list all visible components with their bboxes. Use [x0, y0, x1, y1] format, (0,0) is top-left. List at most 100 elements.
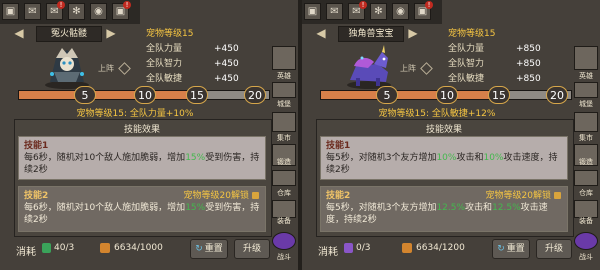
pet-name: 冤火骷髅 — [36, 26, 102, 42]
unlock-text: 宠物等级20解锁 — [183, 191, 249, 201]
milestone-10: 10 — [436, 86, 458, 104]
settings-icon[interactable]: ✻ — [68, 3, 85, 20]
next-pet-arrow-icon[interactable]: ▶ — [406, 26, 420, 40]
stat-value: +850 — [516, 59, 541, 69]
stat-value: +450 — [214, 59, 239, 69]
skill-desc-pre: 每5秒，对随机3个友方增加 — [326, 153, 437, 163]
stat-label: 全队力量 — [146, 44, 183, 54]
stat-label: 全队智力 — [448, 59, 485, 69]
side-menu-label: 城堡 — [579, 100, 593, 108]
upgrade-cost: 6634/1000 — [114, 243, 163, 253]
stat-label: 全队智力 — [146, 59, 183, 69]
skill-unlock-note: 宠物等级20解锁 — [184, 190, 259, 202]
deploy-toggle-icon[interactable] — [420, 62, 433, 75]
market-menu-icon[interactable] — [574, 112, 598, 132]
stat-value: +450 — [214, 44, 239, 54]
next-pet-arrow-icon[interactable]: ▶ — [104, 26, 118, 40]
skill-desc-mid: 攻击和 — [456, 153, 484, 163]
skill-title: 技能1 — [326, 141, 351, 151]
skill-value: 15% — [185, 153, 206, 163]
milestone-15: 15 — [488, 86, 510, 104]
side-menu-label: 锻造 — [579, 158, 593, 166]
paw-icon — [402, 243, 412, 253]
pet-level-label: 宠物等级15 — [146, 29, 194, 39]
prev-pet-arrow-icon[interactable]: ◀ — [314, 26, 328, 40]
chest-icon[interactable]: ▣ — [304, 3, 321, 20]
skill-value: 12.5% — [436, 203, 466, 213]
skill-value: 10% — [483, 153, 504, 163]
milestone-20: 20 — [244, 86, 266, 104]
deploy-status: 上阵 — [98, 62, 131, 75]
side-menu-label: 装备 — [579, 217, 593, 225]
event-alert-icon[interactable]: ▣ — [414, 1, 433, 20]
castle-menu-icon[interactable] — [574, 82, 598, 98]
chest-icon[interactable]: ▣ — [2, 3, 19, 20]
level-bonus-text: 宠物等级15: 全队敏捷+12% — [378, 109, 496, 119]
stat-label: 全队敏捷 — [448, 74, 485, 84]
milestone-5: 5 — [74, 86, 96, 104]
event-alert-icon[interactable]: ▣ — [112, 1, 131, 20]
prev-pet-arrow-icon[interactable]: ◀ — [12, 26, 26, 40]
side-menu-label: 装备 — [277, 217, 291, 225]
pet-name: 独角兽宝宝 — [338, 26, 404, 42]
skill-1-card: 技能1 每6秒，随机对10个敌人施加脆弱，增加15%受到伤害，持续2秒 — [18, 136, 266, 180]
pet-panel-right: ▣ ✉ ✉ ✻ ◉ ▣ ◀ 独角兽宝宝 ▶ 宠物等级15 全队力量 +850 全… — [302, 0, 600, 270]
unlock-text: 宠物等级20解锁 — [485, 191, 551, 201]
progress-fill — [321, 91, 496, 99]
green-gem-icon — [42, 243, 51, 253]
battle-menu-icon[interactable] — [272, 232, 296, 250]
hero-menu-icon[interactable] — [574, 46, 598, 70]
refresh-icon: ↻ — [497, 244, 505, 254]
side-menu-label: 锻造 — [277, 158, 291, 166]
side-menu-label: 仓库 — [579, 189, 593, 197]
mail-icon[interactable]: ✉ — [24, 3, 41, 20]
skills-title: 技能效果 — [123, 125, 160, 135]
consume-label: 消耗 — [16, 247, 36, 258]
warehouse-menu-icon[interactable] — [574, 170, 598, 186]
deploy-status-label: 上阵 — [400, 64, 416, 73]
reset-button[interactable]: ↻ 重置 — [190, 239, 228, 259]
pet-panel-left: ▣ ✉ ✉ ✻ ◉ ▣ ◀ 冤火骷髅 ▶ 宠物等级15 全队力量 +450 全队… — [0, 0, 298, 270]
reset-label: 重置 — [204, 244, 223, 254]
pet-level-label: 宠物等级15 — [448, 29, 496, 39]
mail-icon[interactable]: ✉ — [326, 3, 343, 20]
stat-label: 全队敏捷 — [146, 74, 183, 84]
side-menu-label: 城堡 — [277, 100, 291, 108]
mail-alert-icon[interactable]: ✉ — [46, 1, 65, 20]
consume-label: 消耗 — [318, 247, 338, 258]
skill-2-card: 技能2 宠物等级20解锁 每6秒，随机对10个敌人施加脆弱，增加15%受到伤害，… — [18, 186, 266, 232]
pet-portrait-skeleton — [45, 48, 89, 89]
castle-menu-icon[interactable] — [272, 82, 296, 98]
upgrade-button[interactable]: 升级 — [536, 239, 572, 259]
skill-value: 12.5% — [492, 203, 521, 213]
stat-value: +850 — [516, 44, 541, 54]
skill-desc-mid: 攻击和 — [465, 203, 493, 213]
skills-title: 技能效果 — [425, 125, 462, 135]
reset-button[interactable]: ↻ 重置 — [492, 239, 530, 259]
hero-menu-icon[interactable] — [272, 46, 296, 70]
deploy-status: 上阵 — [400, 62, 433, 75]
warehouse-menu-icon[interactable] — [272, 170, 296, 186]
side-menu-label: 仓库 — [277, 189, 291, 197]
milestone-5: 5 — [376, 86, 398, 104]
upgrade-footer: 消耗 40/3 6634/1000 ↻ 重置 升级 — [14, 239, 270, 261]
battle-menu-icon[interactable] — [574, 232, 598, 250]
side-menu-label: 英雄 — [277, 72, 291, 80]
upgrade-cost: 6634/1200 — [416, 243, 465, 253]
game-screen: ▣ ✉ ✉ ✻ ◉ ▣ ◀ 冤火骷髅 ▶ 宠物等级15 全队力量 +450 全队… — [0, 0, 600, 270]
color-wheel-icon[interactable]: ◉ — [392, 3, 409, 20]
skill-value: 10% — [436, 153, 457, 163]
market-menu-icon[interactable] — [272, 112, 296, 132]
side-menu-label: 集市 — [579, 134, 593, 142]
deploy-toggle-icon[interactable] — [118, 62, 131, 75]
mail-alert-icon[interactable]: ✉ — [348, 1, 367, 20]
upgrade-button[interactable]: 升级 — [234, 239, 270, 259]
side-menu-label: 战斗 — [579, 253, 593, 261]
skill-unlock-note: 宠物等级20解锁 — [486, 190, 561, 202]
top-icon-bar: ▣ ✉ ✉ ✻ ◉ ▣ — [0, 0, 140, 24]
settings-icon[interactable]: ✻ — [370, 3, 387, 20]
pet-portrait-unicorn — [347, 45, 391, 89]
reset-label: 重置 — [506, 244, 525, 254]
side-menu-label: 集市 — [277, 134, 291, 142]
color-wheel-icon[interactable]: ◉ — [90, 3, 107, 20]
